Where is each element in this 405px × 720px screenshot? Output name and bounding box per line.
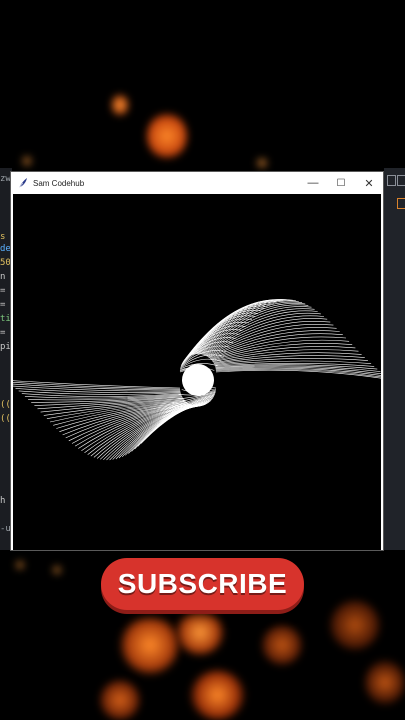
bokeh-light [255, 158, 269, 168]
bokeh-light [147, 112, 187, 160]
spiral-line [215, 369, 394, 381]
editor-button[interactable] [397, 175, 405, 186]
bokeh-light [330, 600, 380, 650]
code-line: = [0, 300, 6, 310]
maximize-button[interactable]: ☐ [327, 172, 355, 194]
bokeh-light [175, 610, 225, 655]
code-line: n [0, 272, 6, 282]
bokeh-light [262, 625, 302, 665]
spiral-line [93, 405, 198, 458]
window-title: Sam Codehub [33, 178, 85, 188]
code-line: s [0, 232, 6, 242]
turtle-canvas [2, 194, 394, 550]
subscribe-button[interactable]: SUBSCRIBE [101, 558, 304, 610]
editor-button[interactable] [397, 198, 405, 209]
bokeh-light [190, 670, 245, 720]
code-editor-toolbar [384, 168, 405, 550]
code-line: h [0, 496, 6, 506]
code-line: = [0, 286, 6, 296]
spiral-line [208, 330, 340, 359]
bokeh-light [52, 565, 62, 575]
bokeh-light [100, 680, 140, 720]
minimize-button[interactable]: — [299, 172, 327, 194]
bokeh-light [112, 94, 128, 116]
bokeh-light [120, 615, 180, 675]
bokeh-light [22, 155, 32, 167]
bokeh-light [365, 660, 405, 705]
code-line: = [0, 328, 6, 338]
close-button[interactable]: ✕ [355, 172, 383, 194]
spiral-core [182, 364, 214, 396]
spiral-line [193, 299, 287, 355]
spiral-drawing [2, 299, 394, 461]
bokeh-light [15, 560, 25, 570]
subscribe-label: SUBSCRIBE [117, 568, 288, 599]
editor-button[interactable] [387, 175, 396, 186]
spiral-line [213, 355, 365, 364]
feather-icon [16, 176, 30, 190]
window-titlebar[interactable]: Sam Codehub — ☐ ✕ [11, 172, 383, 194]
turtle-window: Sam Codehub — ☐ ✕ [2, 171, 394, 551]
